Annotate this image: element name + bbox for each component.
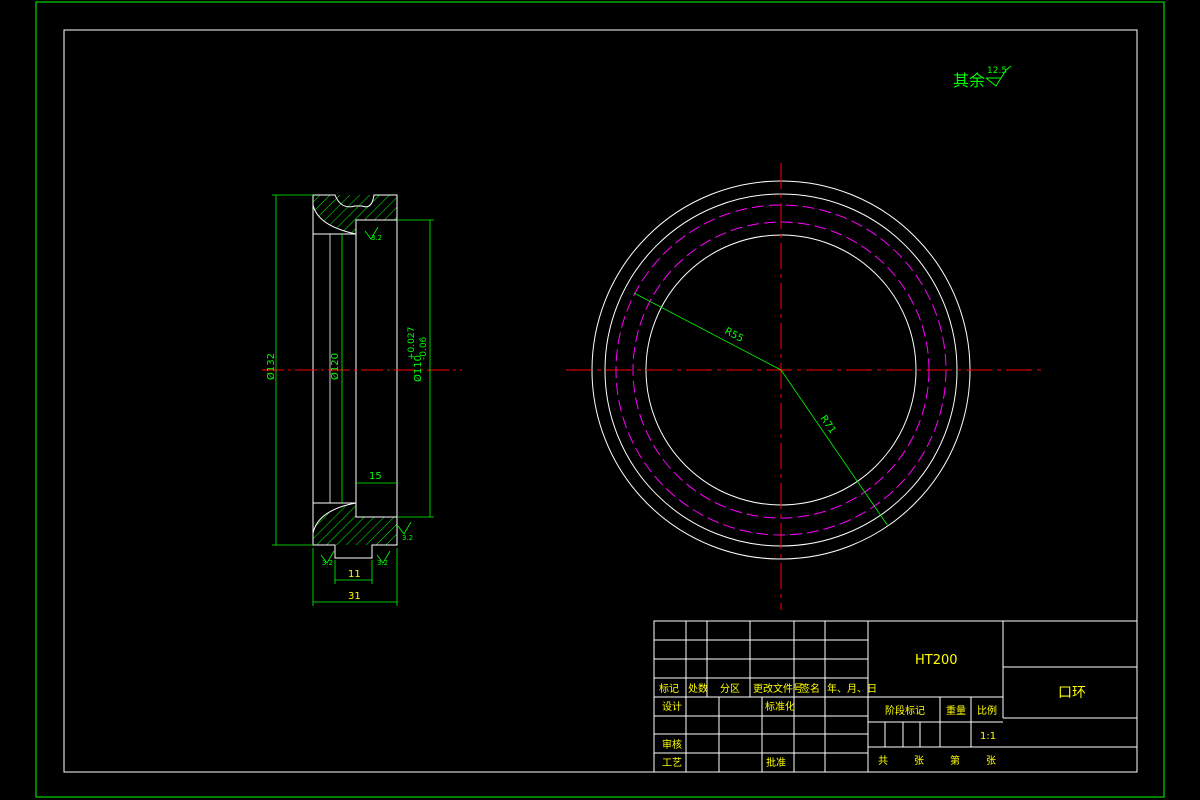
outer-sheet-border [35, 1, 1165, 798]
hdr-count: 处数 [688, 682, 708, 695]
part-name: 口环 [1058, 685, 1086, 701]
dim-bore-tol-upper: +0.027 [407, 327, 417, 360]
cad-drawing: 其余 12.5 Ø132 Ø120 Ø110 +0.027 -0.06 15 1… [35, 1, 1165, 798]
material: HT200 [915, 653, 958, 668]
dim-groove: 11 [348, 569, 361, 580]
front-view: R55 R71 [566, 163, 1042, 610]
lbl-scale: 比例 [977, 704, 997, 717]
lbl-stage: 阶段标记 [885, 704, 925, 717]
hdr-doc: 更改文件号 [753, 682, 803, 695]
hdr-date: 年、月、日 [827, 682, 877, 695]
lbl-page: 第 [950, 754, 960, 767]
lbl-process: 工艺 [662, 757, 682, 769]
dim-outer-diameter: Ø132 [265, 353, 277, 380]
surface-roughness-note: 其余 12.5 [953, 65, 1012, 90]
lbl-total: 共 [878, 755, 888, 767]
roughness-br-icon [397, 521, 412, 535]
dim-width: 31 [348, 591, 361, 602]
rough-bl: 3.2 [322, 559, 333, 567]
surface-note-value: 12.5 [987, 66, 1007, 76]
section-view: Ø132 Ø120 Ø110 +0.027 -0.06 15 11 31 3.2… [262, 194, 462, 606]
dim-radius-1: R55 [723, 326, 746, 345]
dim-bore-tol-lower: -0.06 [419, 336, 429, 360]
surface-note-prefix: 其余 [953, 71, 985, 90]
title-block-text: HT200 口环 标记 处数 分区 更改文件号 签名 年、月、日 设计 标准化 … [659, 653, 1086, 769]
hdr-zone: 分区 [720, 683, 740, 695]
hdr-sign: 签名 [800, 682, 820, 695]
lbl-check: 审核 [662, 738, 682, 751]
rough-br: 3.2 [402, 534, 413, 542]
lbl-approve: 批准 [766, 756, 786, 769]
rough-bc: 3.2 [377, 559, 388, 567]
hdr-mark: 标记 [659, 683, 679, 695]
lbl-sheet2: 张 [986, 755, 996, 767]
dim-radius-2: R71 [818, 414, 838, 436]
section-hatch-top [313, 195, 397, 234]
lbl-standard: 标准化 [765, 700, 795, 713]
inner-drawing-frame [63, 29, 1138, 773]
dim-inner-diameter: Ø120 [329, 353, 341, 380]
rough-top: 3.2 [371, 234, 382, 242]
scale-value: 1:1 [980, 731, 996, 742]
lbl-weight: 重量 [946, 704, 966, 717]
section-hatch-bottom [313, 503, 397, 545]
dim-step: 15 [369, 471, 382, 482]
lbl-design: 设计 [662, 700, 682, 713]
lbl-sheet1: 张 [914, 755, 924, 767]
